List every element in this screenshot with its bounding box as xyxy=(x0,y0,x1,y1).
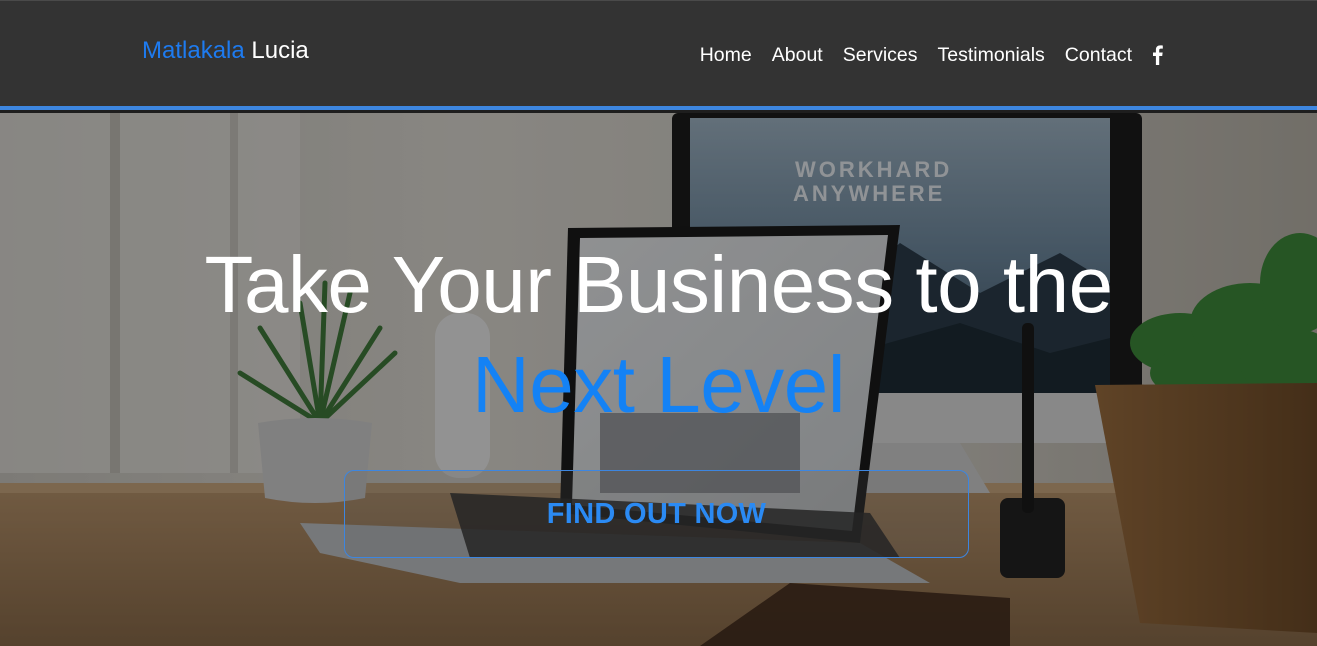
brand-last-name: Lucia xyxy=(244,37,309,64)
navbar: Matlakala Lucia Home About Services Test… xyxy=(0,0,1317,110)
nav-home[interactable]: Home xyxy=(700,43,752,67)
facebook-icon[interactable] xyxy=(1151,44,1163,66)
nav-contact[interactable]: Contact xyxy=(1065,43,1132,67)
find-out-now-button[interactable]: FIND OUT NOW xyxy=(344,470,969,558)
nav-links: Home About Services Testimonials Contact xyxy=(700,43,1163,67)
brand-first-name: Matlakala xyxy=(142,37,245,64)
nav-services[interactable]: Services xyxy=(843,43,918,67)
nav-about[interactable]: About xyxy=(772,43,823,67)
landing-page: Matlakala Lucia Home About Services Test… xyxy=(0,0,1317,646)
brand-logo[interactable]: Matlakala Lucia xyxy=(142,37,309,65)
hero-title-line2: Next Level xyxy=(472,340,845,429)
nav-testimonials[interactable]: Testimonials xyxy=(938,43,1045,67)
hero-title: Take Your Business to the Next Level xyxy=(0,239,1317,431)
hero-section: WORKHARD ANYWHERE Take Your Business to … xyxy=(0,113,1317,646)
hero-title-line1: Take Your Business to the xyxy=(204,240,1113,329)
